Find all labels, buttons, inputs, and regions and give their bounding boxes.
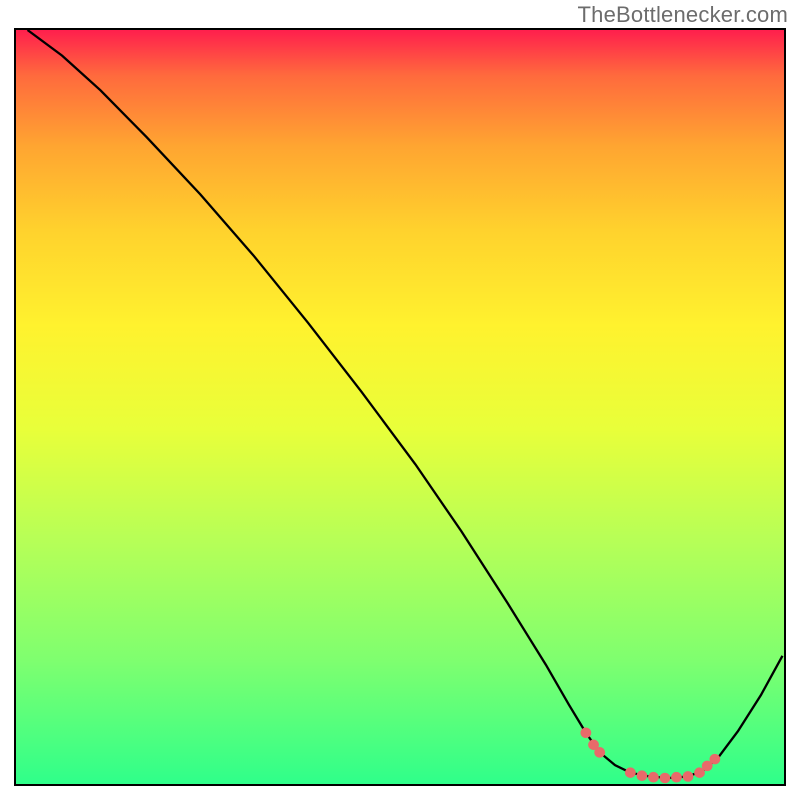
chart-container: TheBottlenecker.com [0, 0, 800, 800]
curve-marker [660, 773, 671, 784]
curve-marker [671, 772, 682, 783]
curve-marker [637, 770, 648, 781]
curve-marker [710, 754, 721, 765]
curve-marker [648, 772, 659, 783]
chart-svg [16, 30, 784, 784]
plot-frame [14, 28, 786, 786]
gradient-background [16, 30, 784, 784]
watermark-text: TheBottlenecker.com [578, 2, 788, 28]
curve-marker [683, 771, 694, 782]
curve-marker [625, 767, 636, 778]
curve-marker [594, 747, 605, 758]
curve-marker [580, 727, 591, 738]
